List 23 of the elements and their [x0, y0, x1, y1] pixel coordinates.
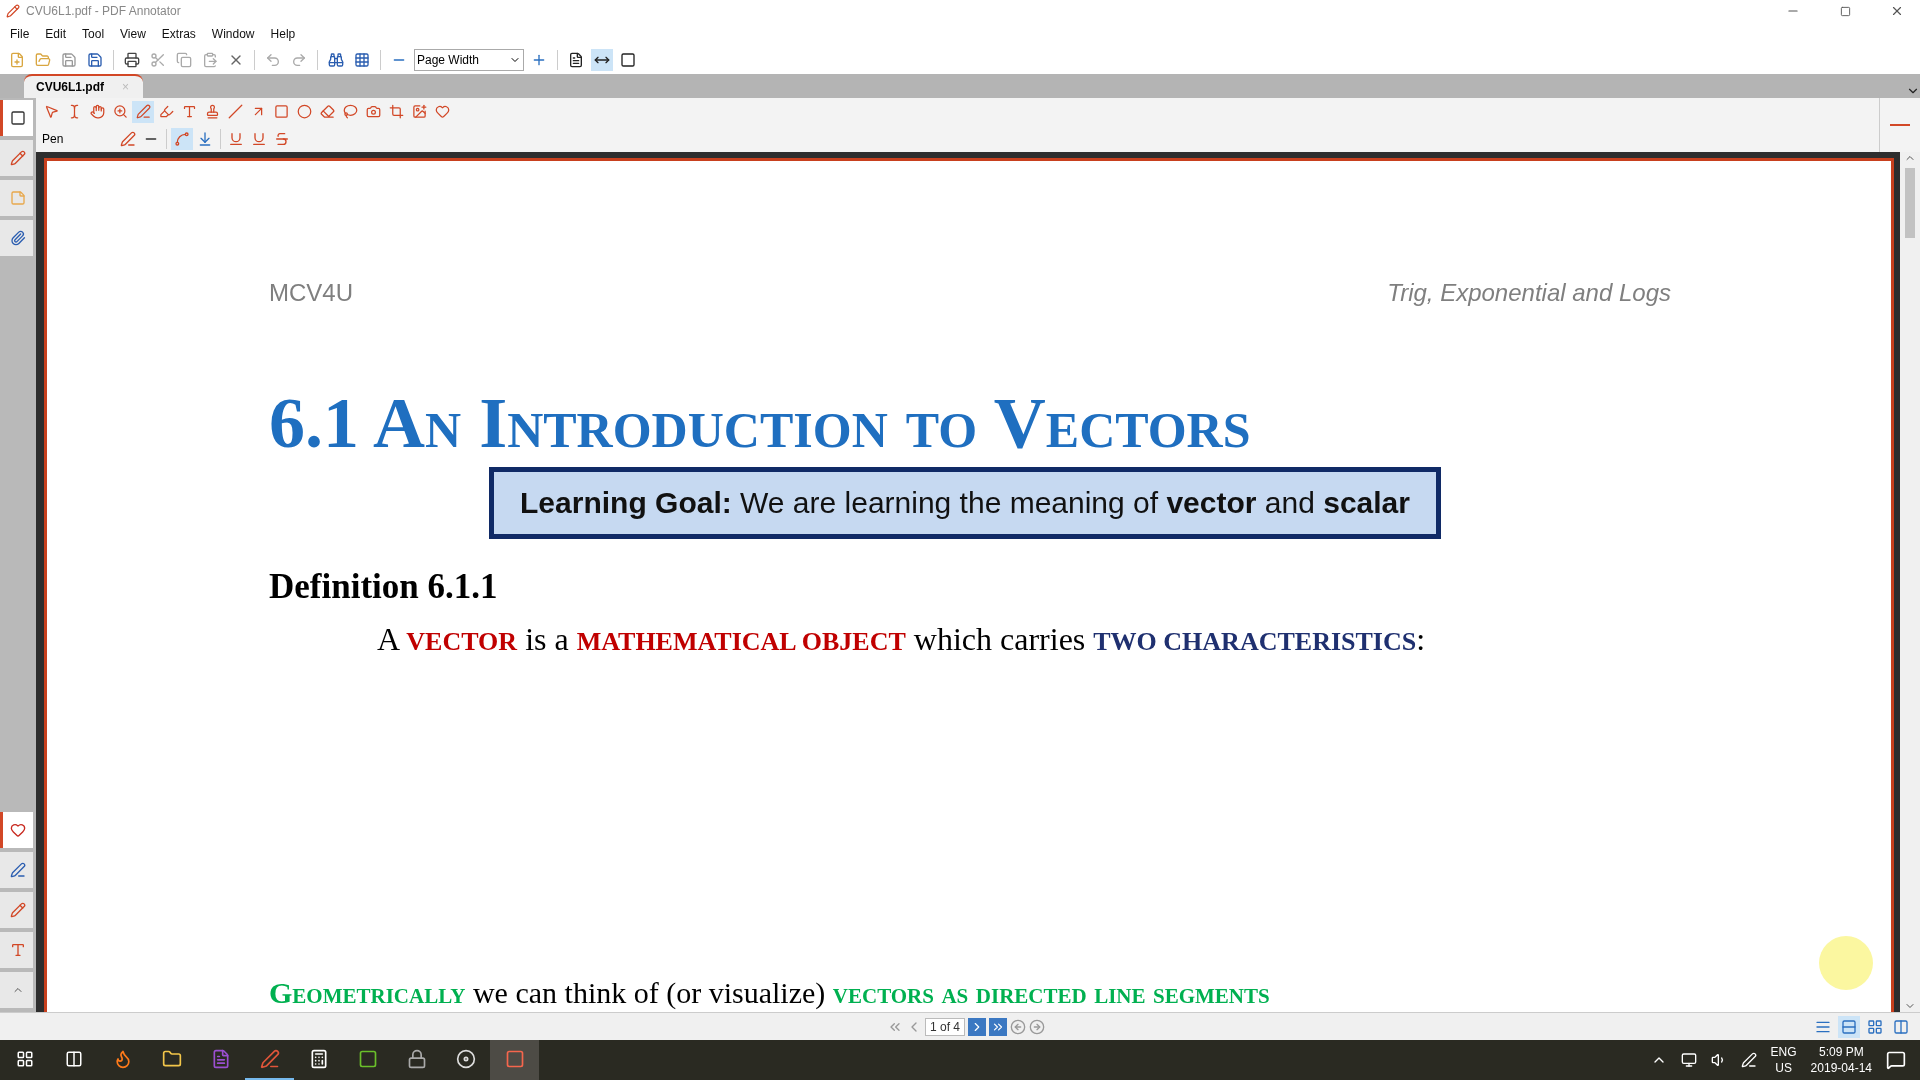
menu-item[interactable]: Edit	[39, 25, 73, 43]
menu-item[interactable]: Window	[205, 25, 261, 43]
language[interactable]: ENG	[1770, 1044, 1797, 1060]
definition-text: A VECTOR is a MATHEMATICAL OBJECT which carries TWO CHARACTERISTICS:	[377, 621, 1427, 658]
region[interactable]: US	[1775, 1060, 1792, 1076]
definition-heading: Definition 6.1.1	[269, 567, 499, 607]
menu-item[interactable]: Tool	[76, 25, 111, 43]
tool-name: Pen	[41, 131, 65, 146]
page-header: MCV4U	[269, 279, 353, 307]
body-text: Geometrically we can think of (or visualize) vectors as directed line segments	[269, 976, 1271, 1011]
learning-goal: Learning Goal: We are learning the meaning of vector and scalar	[489, 467, 1441, 539]
page-number[interactable]: 1 of 4	[925, 1017, 965, 1036]
menu-item[interactable]: Help	[264, 25, 302, 43]
menu-item[interactable]: Extras	[155, 25, 202, 43]
clock-date[interactable]: 2019-04-14	[1810, 1060, 1872, 1076]
menu-item[interactable]: File	[4, 25, 36, 43]
clock-time[interactable]: 5:09 PM	[1818, 1044, 1864, 1060]
document-tab[interactable]: CVU6L1.pdf ×	[24, 74, 144, 98]
page-header: Trig, Exponential and Logs	[1387, 279, 1671, 307]
page-title: 6.1 An Introduction to Vectors	[269, 387, 1252, 459]
window-title: CVU6L1.pdf - PDF Annotator	[26, 4, 181, 18]
zoom-dropdown[interactable]: Page Width	[414, 49, 524, 71]
menu-item[interactable]: View	[114, 25, 152, 43]
